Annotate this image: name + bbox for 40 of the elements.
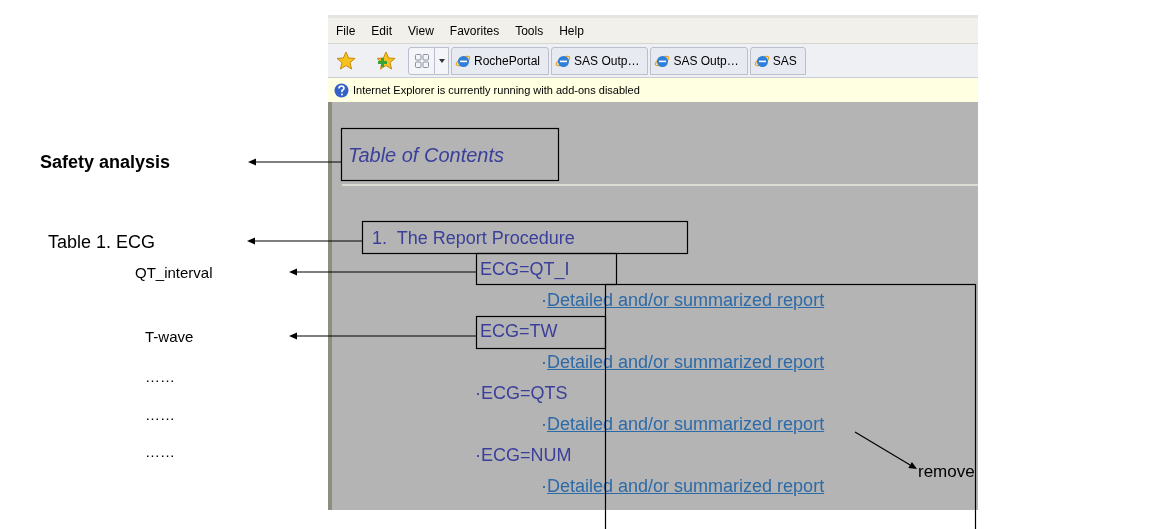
- bullet: ·: [475, 382, 481, 405]
- toc-entry[interactable]: ECG=NUM: [481, 440, 572, 471]
- bullet: ·: [541, 289, 547, 312]
- menu-item[interactable]: File: [336, 21, 356, 40]
- annotation-label: ……: [145, 405, 175, 425]
- toc-entry[interactable]: ECG=TW: [480, 316, 558, 347]
- annotation-label: Safety analysis: [40, 151, 171, 174]
- annotation-label: QT_interval: [135, 263, 213, 283]
- menu-item[interactable]: View: [408, 21, 434, 40]
- bullet: ·: [541, 413, 547, 436]
- annotation-label: remove: [918, 461, 975, 483]
- annotation-label: T-wave: [145, 327, 194, 347]
- browser-tab[interactable]: SAS Outp…: [551, 46, 649, 75]
- browser-tab[interactable]: RochePortal: [451, 46, 550, 75]
- star-icon[interactable]: [336, 50, 356, 71]
- tab-grid-button[interactable]: [408, 46, 435, 75]
- menu-item[interactable]: Favorites: [449, 21, 500, 40]
- toc-entry[interactable]: ECG=QT_I: [480, 254, 570, 285]
- info-bar-message: Internet Explorer is currently running with add-ons disabled: [353, 82, 640, 98]
- bullet: ·: [541, 351, 547, 374]
- annotation-label: ……: [145, 442, 175, 462]
- caret-icon: [438, 58, 445, 63]
- toc-title: Table of Contents: [348, 143, 505, 167]
- browser-tab[interactable]: SAS: [749, 46, 806, 75]
- menu-item[interactable]: Edit: [371, 21, 393, 40]
- arrow: [854, 431, 917, 469]
- menu-item[interactable]: Help: [559, 21, 584, 40]
- star-plus-icon[interactable]: [376, 50, 396, 71]
- bullet: ·: [541, 475, 547, 498]
- info-bar[interactable]: Internet Explorer is currently running with add-ons disabled: [328, 78, 978, 102]
- help-icon: [334, 82, 349, 98]
- tab-list-button[interactable]: [435, 46, 449, 75]
- grid-icon: [414, 53, 429, 68]
- menu-item[interactable]: Tools: [515, 21, 544, 40]
- annotation-label: Table 1. ECG: [48, 231, 156, 254]
- bullet: ·: [475, 444, 481, 467]
- browser-tab[interactable]: SAS Outp…: [650, 46, 748, 75]
- section-heading[interactable]: 1. The Report Procedure: [372, 223, 575, 254]
- annotation-label: ……: [145, 367, 175, 387]
- toc-entry[interactable]: ECG=QTS: [481, 378, 568, 409]
